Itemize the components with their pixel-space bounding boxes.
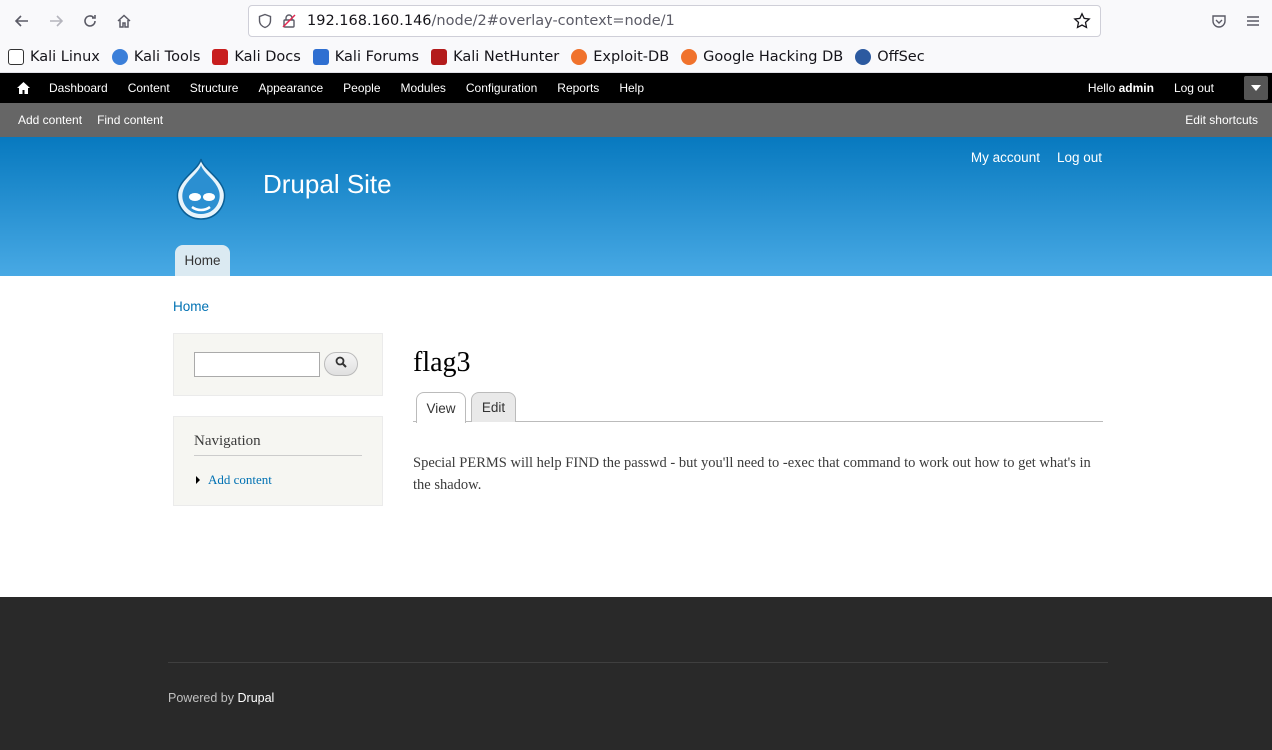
search-input[interactable] [194,352,320,377]
powered-by: Powered by Drupal [168,691,274,705]
my-account-link[interactable]: My account [971,150,1040,165]
divider [194,455,362,456]
exploit-db-icon [571,49,588,65]
toolbar-modules[interactable]: Modules [391,81,456,95]
bookmark-google-hacking-db[interactable]: Google Hacking DB [681,49,843,65]
browser-toolbar: 192.168.160.146/node/2#overlay-context=n… [0,0,1272,42]
toolbar-greeting: Hello admin [1088,81,1154,95]
navigation-title: Navigation [194,433,261,449]
url-path: /node/2#overlay-context=node/1 [431,13,675,29]
bookmark-kali-nethunter[interactable]: Kali NetHunter [431,49,559,65]
breadcrumb[interactable]: Home [173,299,209,314]
toolbar-structure[interactable]: Structure [180,81,249,95]
bookmark-label: Kali Forums [334,49,420,65]
search-button[interactable] [324,352,358,376]
bookmark-exploit-db[interactable]: Exploit-DB [571,49,669,65]
toolbar-content[interactable]: Content [118,81,180,95]
bookmark-kali-linux[interactable]: Kali Linux [8,49,100,65]
main-menu-home-tab[interactable]: Home [175,245,230,276]
search-icon [335,356,347,372]
url-host: 192.168.160.146 [307,13,432,29]
toolbar-reports[interactable]: Reports [547,81,609,95]
shortcut-add-content[interactable]: Add content [8,113,92,127]
nav-link-label: Add content [208,472,272,487]
toolbar-username[interactable]: admin [1119,81,1154,95]
site-name[interactable]: Drupal Site [263,169,392,200]
page-title: flag3 [413,347,471,378]
header-logout-link[interactable]: Log out [1057,150,1102,165]
bookmark-star-icon[interactable] [1070,9,1094,33]
toolbar-logout[interactable]: Log out [1174,81,1214,95]
secondary-menu: My account Log out [954,150,1102,165]
toolbar-home-icon[interactable] [0,73,46,103]
shield-icon[interactable] [253,9,277,33]
toolbar-dashboard[interactable]: Dashboard [46,81,118,95]
shortcut-find-content[interactable]: Find content [92,113,173,127]
toolbar-configuration[interactable]: Configuration [456,81,547,95]
bullet-arrow-icon [196,476,200,484]
shortcuts-toggle-icon[interactable] [1244,76,1268,100]
bookmarks-bar: Kali Linux Kali Tools Kali Docs Kali For… [0,42,1272,73]
site-footer: Powered by Drupal [0,597,1272,750]
ghdb-icon [681,49,698,65]
edit-shortcuts-link[interactable]: Edit shortcuts [1185,113,1258,127]
insecure-lock-icon[interactable] [277,9,301,33]
shortcuts-bar: Add content Find content Edit shortcuts [0,103,1272,137]
kali-docs-icon [212,49,229,65]
bookmark-label: OffSec [877,49,925,65]
toolbar-people[interactable]: People [333,81,390,95]
menu-icon[interactable] [1236,4,1270,38]
pocket-icon[interactable] [1202,4,1236,38]
bookmark-label: Kali NetHunter [453,49,560,65]
bookmark-offsec[interactable]: OffSec [855,49,925,65]
kali-dragon-icon [8,49,24,65]
bookmark-label: Kali Tools [133,49,201,65]
tab-edit[interactable]: Edit [471,392,516,422]
bookmark-label: Exploit-DB [593,49,670,65]
bookmark-label: Kali Linux [30,49,100,65]
bookmark-label: Kali Docs [234,49,301,65]
offsec-icon [855,49,872,65]
bookmark-kali-forums[interactable]: Kali Forums [312,49,420,65]
admin-toolbar: Dashboard Content Structure Appearance P… [0,73,1272,103]
content-tabs: View Edit [413,392,1103,423]
greeting-text: Hello [1087,81,1116,95]
toolbar-appearance[interactable]: Appearance [248,81,333,95]
bookmark-kali-tools[interactable]: Kali Tools [111,49,201,65]
bookmark-label: Google Hacking DB [703,49,844,65]
bookmark-kali-docs[interactable]: Kali Docs [212,49,301,65]
drupal-logo[interactable] [172,157,230,223]
kali-tools-icon [111,49,128,65]
tab-view[interactable]: View [416,392,466,423]
forward-icon[interactable] [39,4,73,38]
url-text: 192.168.160.146/node/2#overlay-context=n… [307,13,675,29]
home-icon[interactable] [107,4,141,38]
node-body: Special PERMS will help FIND the passwd … [413,455,1091,493]
kali-nethunter-icon [431,49,448,65]
reload-icon[interactable] [73,4,107,38]
powered-prefix: Powered by [168,691,235,705]
site-header: Drupal Site My account Log out Home [0,137,1272,276]
search-block [173,333,383,396]
navigation-block: Navigation Add content [173,416,383,506]
nav-add-content-link[interactable]: Add content [196,472,272,488]
toolbar-help[interactable]: Help [609,81,654,95]
divider [168,662,1108,663]
back-icon[interactable] [5,4,39,38]
kali-forums-icon [312,49,329,65]
drupal-link[interactable]: Drupal [238,691,275,705]
url-bar[interactable]: 192.168.160.146/node/2#overlay-context=n… [248,5,1101,37]
